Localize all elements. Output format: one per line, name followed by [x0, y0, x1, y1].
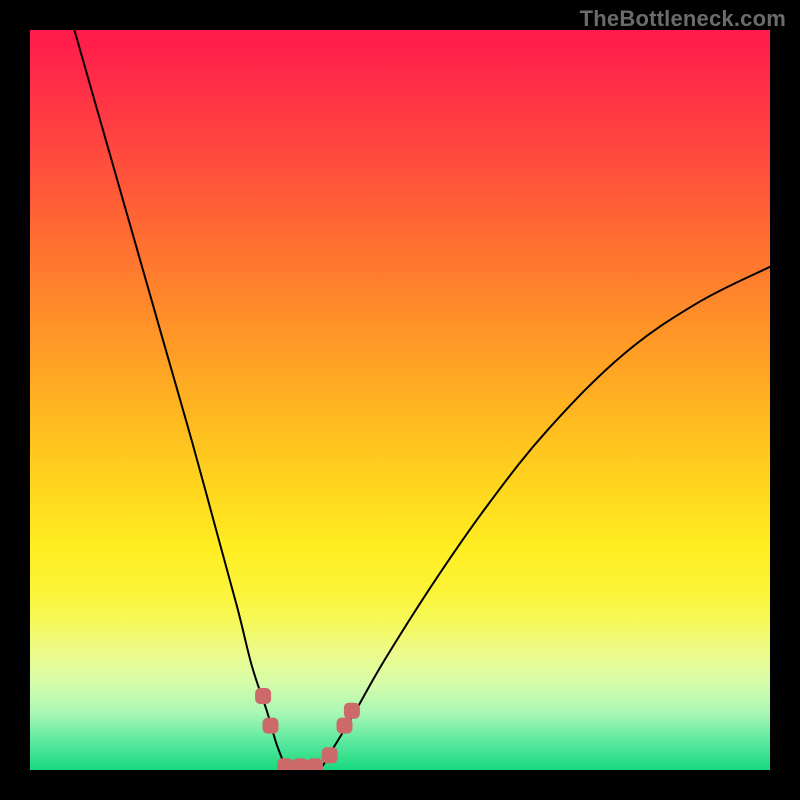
- highlight-marker: [344, 703, 360, 719]
- highlight-marker: [307, 758, 323, 770]
- highlight-marker: [255, 688, 271, 704]
- chart-frame: TheBottleneck.com: [0, 0, 800, 800]
- highlight-marker: [292, 758, 308, 770]
- highlight-marker: [263, 718, 279, 734]
- bottleneck-curve-path: [74, 30, 770, 770]
- curve-layer: [30, 30, 770, 770]
- highlight-marker: [337, 718, 353, 734]
- watermark-text: TheBottleneck.com: [580, 6, 786, 32]
- highlight-markers-group: [255, 688, 360, 770]
- highlight-marker: [277, 758, 293, 770]
- highlight-marker: [322, 747, 338, 763]
- gradient-plot-area: [30, 30, 770, 770]
